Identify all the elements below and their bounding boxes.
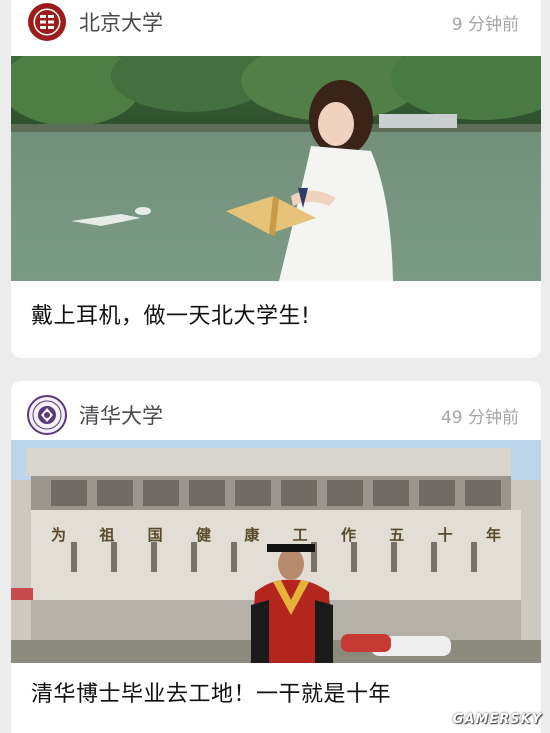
photo-woman-reading-by-lake[interactable] [11, 56, 541, 281]
post-header: 北京大学 9 分钟前 [11, 0, 541, 44]
sign-char: 康 [244, 526, 260, 544]
sign-char: 五 [389, 526, 405, 544]
peking-university-seal-icon[interactable] [27, 2, 67, 42]
sign-char: 作 [340, 526, 356, 544]
post-source-name[interactable]: 北京大学 [79, 7, 163, 37]
post-title[interactable]: 戴上耳机，做一天北大学生! [31, 298, 310, 330]
post-title[interactable]: 清华博士毕业去工地！一干就是十年 [31, 676, 391, 708]
post-time: 49 分钟前 [440, 407, 519, 428]
tsinghua-university-seal-icon[interactable] [27, 395, 67, 435]
sign-char: 祖 [99, 526, 115, 544]
sign-char: 年 [485, 526, 501, 544]
sign-char: 工 [292, 526, 308, 544]
sign-char: 十 [437, 526, 453, 544]
sign-char: 健 [195, 526, 211, 544]
photo-graduate-in-front-of-building[interactable]: 为 祖 国 健 康 工 作 五 十 年 [11, 440, 541, 663]
post-header: 清华大学 49 分钟前 [11, 393, 541, 437]
gamersky-watermark: GAMERSKY [452, 712, 542, 727]
sign-char: 国 [147, 526, 163, 544]
building-sign: 为 祖 国 健 康 工 作 五 十 年 [51, 524, 501, 545]
post-time: 9 分钟前 [451, 14, 519, 35]
post-card-peking[interactable]: 北京大学 9 分钟前 戴上耳机，做一天北大学生! [11, 0, 541, 358]
post-source-name[interactable]: 清华大学 [79, 400, 163, 430]
post-card-tsinghua[interactable]: 清华大学 49 分钟前 为 祖 国 健 康 工 作 五 十 年 清华博士毕业去工… [11, 381, 541, 733]
sign-char: 为 [51, 526, 67, 544]
